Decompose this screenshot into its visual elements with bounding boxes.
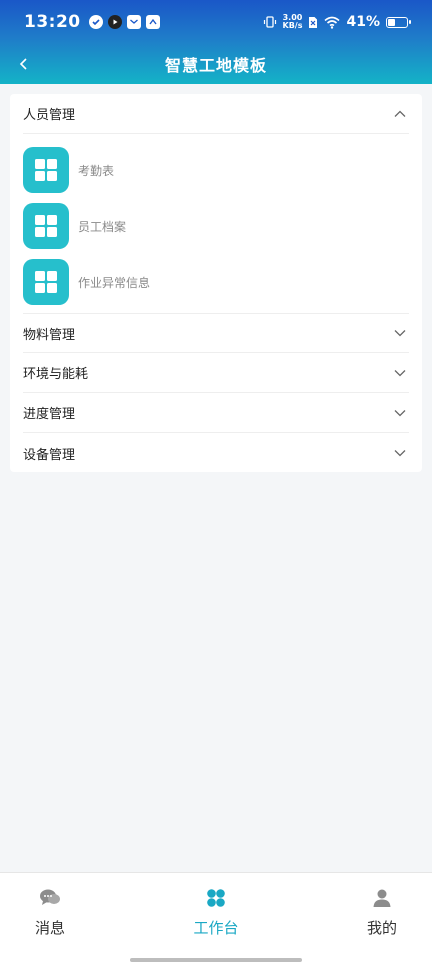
battery-icon bbox=[386, 16, 411, 28]
play-icon bbox=[107, 15, 122, 29]
battery-fill bbox=[388, 18, 395, 26]
sub-item-attendance[interactable]: 考勤表 bbox=[23, 142, 409, 198]
battery-percent: 41% bbox=[346, 14, 380, 30]
nav-label: 我的 bbox=[366, 919, 397, 937]
grid-icon bbox=[23, 203, 69, 249]
sub-item-label: 作业异常信息 bbox=[78, 275, 151, 290]
section-materials[interactable]: 物料管理 bbox=[23, 313, 409, 353]
section-title: 环境与能耗 bbox=[23, 367, 89, 382]
sub-item-label: 考勤表 bbox=[78, 163, 115, 178]
sub-item-employee-files[interactable]: 员工档案 bbox=[23, 198, 409, 254]
nav-label: 工作台 bbox=[193, 919, 239, 937]
back-button[interactable] bbox=[10, 50, 38, 78]
status-right: 3.00 KB/s 41% bbox=[263, 14, 411, 30]
status-time: 13:20 bbox=[24, 12, 81, 32]
sim-icon bbox=[309, 16, 318, 28]
grid-icon bbox=[23, 259, 69, 305]
mail-icon bbox=[126, 15, 141, 29]
chevron-down-icon bbox=[393, 446, 407, 460]
app-notification-icon bbox=[145, 15, 160, 29]
section-progress[interactable]: 进度管理 bbox=[23, 393, 409, 433]
section-environment[interactable]: 环境与能耗 bbox=[23, 353, 409, 393]
home-indicator[interactable] bbox=[130, 958, 302, 962]
chevron-left-icon bbox=[19, 58, 27, 70]
bottom-nav: 消息 工作台 我的 bbox=[0, 872, 432, 964]
status-bar: 13:20 3.00 KB/s 41% bbox=[0, 0, 432, 44]
top-bar: 13:20 3.00 KB/s 41% 智慧工地模板 bbox=[0, 0, 432, 84]
module-list-card: 人员管理 考勤表 员工档案 作业异常信息 物料管理 环境与能耗 进度管理 设备管… bbox=[10, 94, 422, 472]
chevron-up-icon bbox=[393, 107, 407, 121]
grid-icon bbox=[23, 147, 69, 193]
section-title: 设备管理 bbox=[23, 447, 76, 463]
network-speed: 3.00 KB/s bbox=[283, 14, 303, 30]
app: 13:20 3.00 KB/s 41% 智慧工地模板 人员管理 考勤表 员工档案… bbox=[0, 0, 432, 964]
section-personnel[interactable]: 人员管理 bbox=[23, 94, 409, 134]
section-equipment[interactable]: 设备管理 bbox=[23, 433, 409, 473]
nav-label: 消息 bbox=[34, 919, 65, 937]
chat-bubbles-icon bbox=[39, 887, 61, 909]
nav-mine[interactable]: 我的 bbox=[342, 887, 422, 938]
chevron-down-icon bbox=[393, 326, 407, 340]
check-circle-icon bbox=[88, 15, 103, 29]
nav-header: 智慧工地模板 bbox=[0, 44, 432, 84]
notification-icons bbox=[88, 15, 160, 29]
section-title: 人员管理 bbox=[23, 108, 76, 123]
sub-item-label: 员工档案 bbox=[78, 219, 127, 234]
vibrate-icon bbox=[263, 16, 276, 28]
chevron-down-icon bbox=[393, 366, 407, 380]
person-icon bbox=[371, 887, 393, 909]
nav-workbench[interactable]: 工作台 bbox=[176, 887, 256, 938]
page-title: 智慧工地模板 bbox=[164, 56, 267, 75]
chevron-down-icon bbox=[393, 406, 407, 420]
nav-messages[interactable]: 消息 bbox=[10, 887, 90, 938]
wifi-icon bbox=[324, 16, 341, 29]
section-title: 进度管理 bbox=[23, 407, 76, 422]
clover-icon bbox=[205, 887, 227, 909]
personnel-sub-items: 考勤表 员工档案 作业异常信息 bbox=[23, 134, 409, 313]
speed-unit: KB/s bbox=[282, 21, 303, 30]
section-title: 物料管理 bbox=[23, 327, 76, 343]
sub-item-work-anomaly[interactable]: 作业异常信息 bbox=[23, 254, 409, 310]
